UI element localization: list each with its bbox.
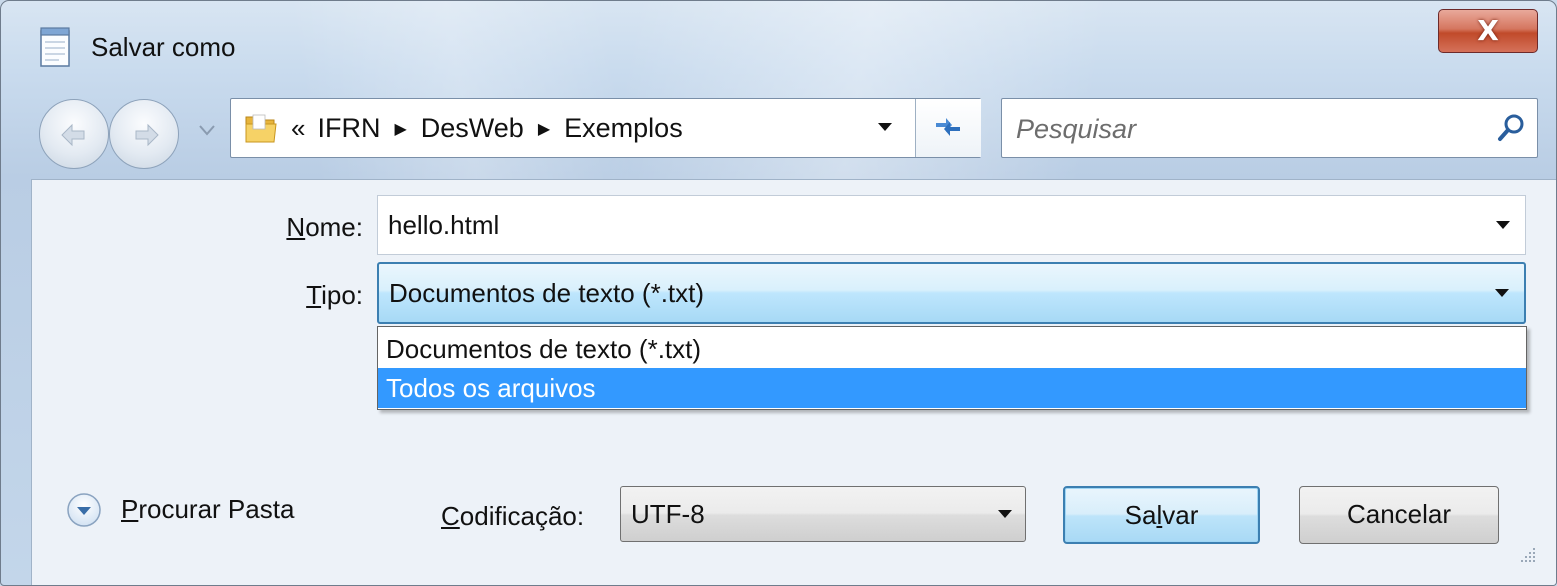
breadcrumb-item[interactable]: IFRN <box>317 113 380 143</box>
chevron-down-icon[interactable] <box>1494 288 1510 298</box>
back-button[interactable] <box>39 99 109 169</box>
close-button[interactable]: X <box>1438 9 1538 53</box>
filename-input[interactable]: hello.html <box>388 205 499 245</box>
file-type-dropdown-list: Documentos de texto (*.txt) Todos os arq… <box>377 326 1527 410</box>
notepad-icon <box>40 27 70 67</box>
chevron-down-icon[interactable] <box>997 509 1013 519</box>
breadcrumb-separator-icon[interactable]: ▶ <box>394 121 406 138</box>
cancel-button[interactable]: Cancelar <box>1299 486 1499 544</box>
refresh-button[interactable] <box>915 99 981 157</box>
close-icon: X <box>1477 14 1499 47</box>
save-as-dialog: Salvar como X « IFRN ▶ DesWeb ▶ Exemplos <box>0 0 1557 586</box>
forward-button[interactable] <box>109 99 179 169</box>
encoding-label: Codificação: <box>441 501 585 531</box>
search-input[interactable] <box>1014 107 1478 151</box>
breadcrumb-item[interactable]: DesWeb <box>421 113 524 143</box>
recent-pages-chevron-down-icon[interactable] <box>197 123 217 137</box>
refresh-icon <box>936 118 960 136</box>
resize-grip-icon[interactable] <box>1519 546 1537 564</box>
encoding-value: UTF-8 <box>631 499 705 529</box>
folder-icon <box>245 114 277 143</box>
back-arrow-icon <box>61 123 85 147</box>
expand-circle-icon[interactable] <box>65 491 103 529</box>
breadcrumb-separator-icon[interactable]: ▶ <box>538 121 550 138</box>
file-type-value: Documentos de texto (*.txt) <box>389 278 705 308</box>
breadcrumb-item[interactable]: Exemplos <box>564 113 683 143</box>
encoding-select[interactable]: UTF-8 <box>620 486 1026 542</box>
filename-combo[interactable]: hello.html <box>377 195 1526 255</box>
search-icon[interactable] <box>1497 113 1527 143</box>
window-title: Salvar como <box>91 32 236 62</box>
save-button[interactable]: Salvar <box>1063 486 1260 544</box>
breadcrumb-overflow[interactable]: « <box>291 113 305 143</box>
file-type-select[interactable]: Documentos de texto (*.txt) <box>377 262 1526 324</box>
browse-folders-toggle[interactable]: Procurar Pasta <box>121 489 294 529</box>
type-label: Tipo: <box>306 280 363 310</box>
forward-arrow-icon <box>135 123 159 147</box>
chevron-down-icon[interactable] <box>1495 220 1511 230</box>
file-type-option[interactable]: Documentos de texto (*.txt) <box>378 329 1526 369</box>
name-label: Nome: <box>286 212 363 242</box>
file-type-option-highlighted[interactable]: Todos os arquivos <box>378 368 1526 408</box>
search-box[interactable] <box>1001 98 1538 158</box>
address-dropdown-chevron-down-icon[interactable] <box>876 121 894 133</box>
breadcrumb: « IFRN ▶ DesWeb ▶ Exemplos <box>291 107 683 151</box>
address-bar[interactable]: « IFRN ▶ DesWeb ▶ Exemplos <box>230 98 981 158</box>
